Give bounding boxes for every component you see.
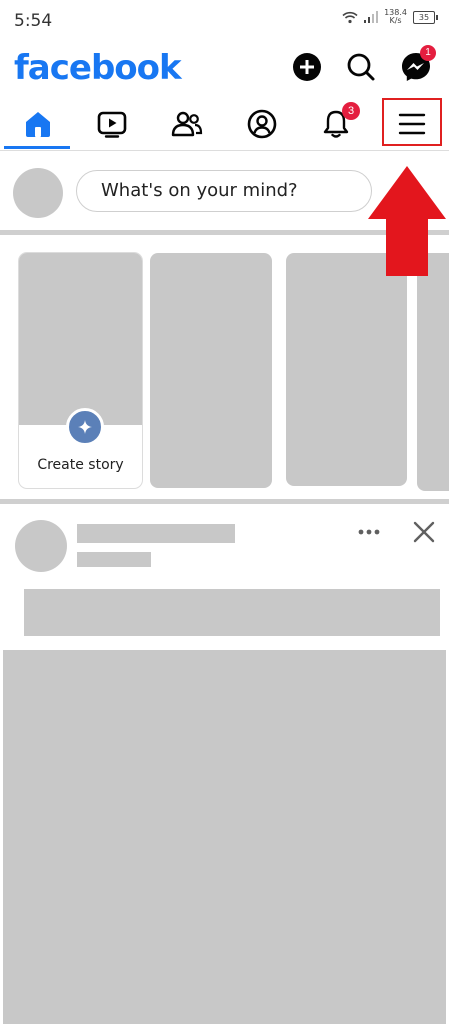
facebook-logo: facebook: [14, 48, 182, 88]
post-author-placeholder: [77, 524, 235, 543]
active-tab-indicator: [4, 146, 70, 149]
create-story-plus-button[interactable]: [66, 408, 104, 446]
composer-avatar[interactable]: [13, 168, 63, 218]
post-hide-button[interactable]: [408, 516, 440, 548]
tab-watch[interactable]: [82, 100, 142, 148]
search-icon: [347, 53, 375, 81]
post-text-placeholder: [24, 589, 440, 636]
more-icon: [358, 529, 380, 535]
create-button[interactable]: [291, 51, 323, 83]
close-icon: [413, 521, 435, 543]
nav-divider: [0, 150, 449, 151]
post-options-button[interactable]: [355, 518, 383, 546]
plus-icon: [293, 53, 321, 81]
post-image-placeholder[interactable]: [3, 650, 446, 1024]
network-speed-unit: K/s: [389, 16, 402, 25]
menu-highlight-box: [382, 98, 442, 146]
whats-on-your-mind-input[interactable]: What's on your mind?: [76, 170, 372, 212]
battery-icon: 35: [413, 10, 438, 24]
messenger-button[interactable]: 1: [400, 45, 436, 83]
red-arrow-pointer: [368, 166, 446, 276]
status-time: 5:54: [14, 11, 53, 31]
messenger-badge: 1: [420, 45, 436, 61]
section-divider: [0, 499, 449, 504]
tab-profile[interactable]: [232, 100, 292, 148]
post-avatar[interactable]: [15, 520, 67, 572]
story-card[interactable]: [286, 253, 407, 486]
profile-icon: [247, 109, 277, 139]
video-icon: [97, 111, 127, 138]
network-speed: 138.4 K/s: [384, 9, 407, 25]
tab-friends[interactable]: [157, 100, 217, 148]
friends-icon: [171, 111, 203, 137]
search-button[interactable]: [345, 51, 377, 83]
story-card[interactable]: [150, 253, 272, 488]
story-card[interactable]: [417, 253, 449, 491]
create-story-image: [19, 253, 142, 425]
wifi-icon: [342, 11, 358, 23]
tab-notifications[interactable]: 3: [306, 100, 366, 148]
post-time-placeholder: [77, 552, 151, 567]
notifications-badge: 3: [342, 102, 360, 120]
plus-icon: [78, 420, 92, 434]
signal-icon: [364, 11, 379, 23]
home-icon: [26, 112, 50, 137]
create-story-label: Create story: [37, 457, 124, 473]
create-story-card[interactable]: Create story: [19, 253, 142, 488]
status-icons: 138.4 K/s 35: [342, 9, 438, 25]
tab-home[interactable]: [8, 100, 68, 148]
